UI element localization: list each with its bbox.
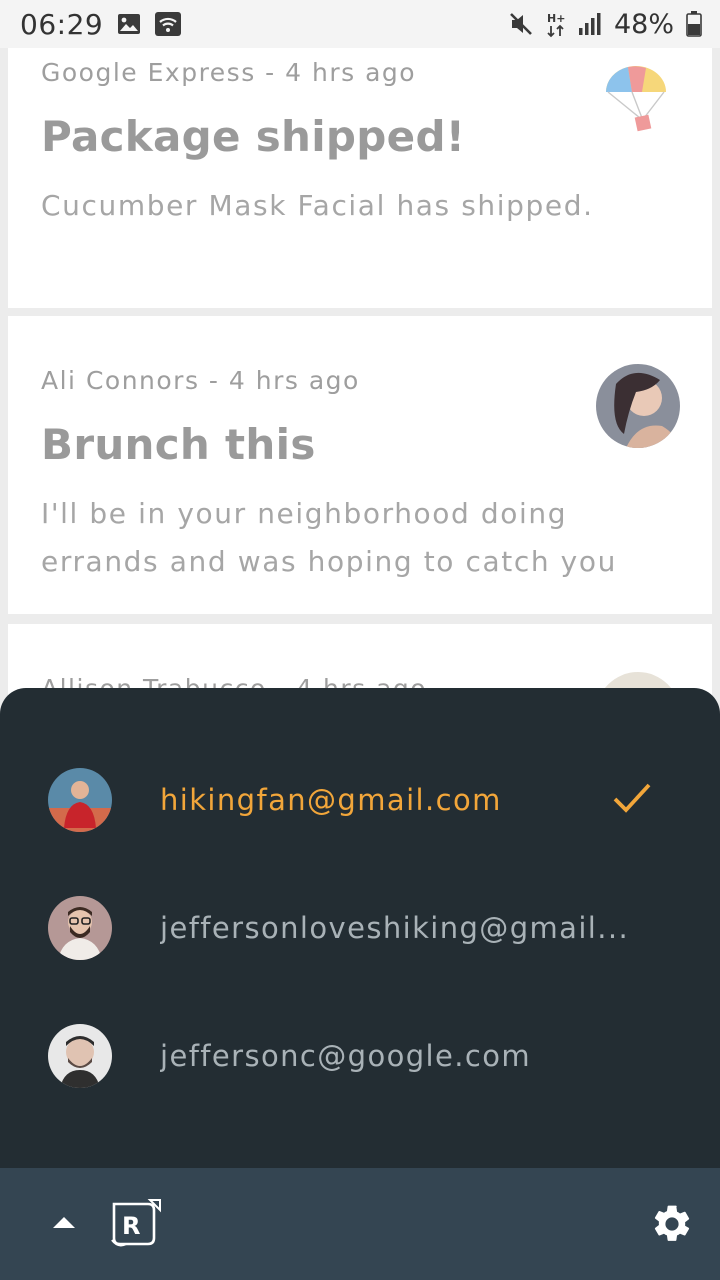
wifi-icon: [155, 12, 182, 36]
account-email: hikingfan@gmail.com: [160, 783, 502, 817]
account-email: jeffersonloveshiking@gmail...: [160, 911, 630, 945]
card-meta: Google Express - 4 hrs ago: [41, 58, 417, 87]
feed-card[interactable]: Google Express - 4 hrs ago Package shipp…: [8, 48, 712, 308]
battery-percent: 48%: [613, 8, 674, 40]
card-body: Cucumber Mask Facial has shipped.: [41, 189, 594, 222]
logo-letter: R: [122, 1212, 140, 1240]
mute-icon: [508, 11, 534, 37]
bottom-app-bar: R: [0, 1168, 720, 1280]
card-body: I'll be in your neighborhood doing erran…: [41, 490, 681, 586]
feed-card[interactable]: Ali Connors - 4 hrs ago Brunch this I'll…: [8, 316, 712, 614]
image-icon: [117, 13, 141, 35]
card-body-line: errands and was hoping to catch you: [41, 545, 617, 578]
caret-up-icon[interactable]: [48, 1210, 80, 1238]
card-title: Brunch this: [41, 420, 316, 469]
avatar: [48, 768, 112, 832]
avatar: [48, 896, 112, 960]
hplus-data-icon: H+: [546, 10, 566, 38]
reply-logo-icon[interactable]: R: [108, 1198, 164, 1254]
card-body-line: I'll be in your neighborhood doing: [41, 497, 568, 530]
account-switcher-sheet: hikingfan@gmail.com jeffersonloveshiking…: [0, 688, 720, 1168]
account-row[interactable]: jeffersonc@google.com: [0, 1006, 720, 1106]
account-email: jeffersonc@google.com: [160, 1039, 532, 1073]
card-title: Package shipped!: [41, 112, 466, 161]
settings-gear-icon[interactable]: [650, 1202, 694, 1250]
avatar: [596, 364, 680, 448]
check-icon: [612, 781, 652, 819]
svg-text:H+: H+: [547, 12, 565, 25]
card-meta: Ali Connors - 4 hrs ago: [41, 366, 360, 395]
status-time: 06:29: [20, 7, 104, 41]
battery-icon: [686, 11, 702, 37]
account-row[interactable]: jeffersonloveshiking@gmail...: [0, 878, 720, 978]
avatar: [48, 1024, 112, 1088]
signal-icon: [578, 12, 602, 36]
account-row[interactable]: hikingfan@gmail.com: [0, 750, 720, 850]
status-bar: 06:29 H+ 48%: [0, 0, 720, 48]
parachute-icon: [602, 62, 670, 136]
